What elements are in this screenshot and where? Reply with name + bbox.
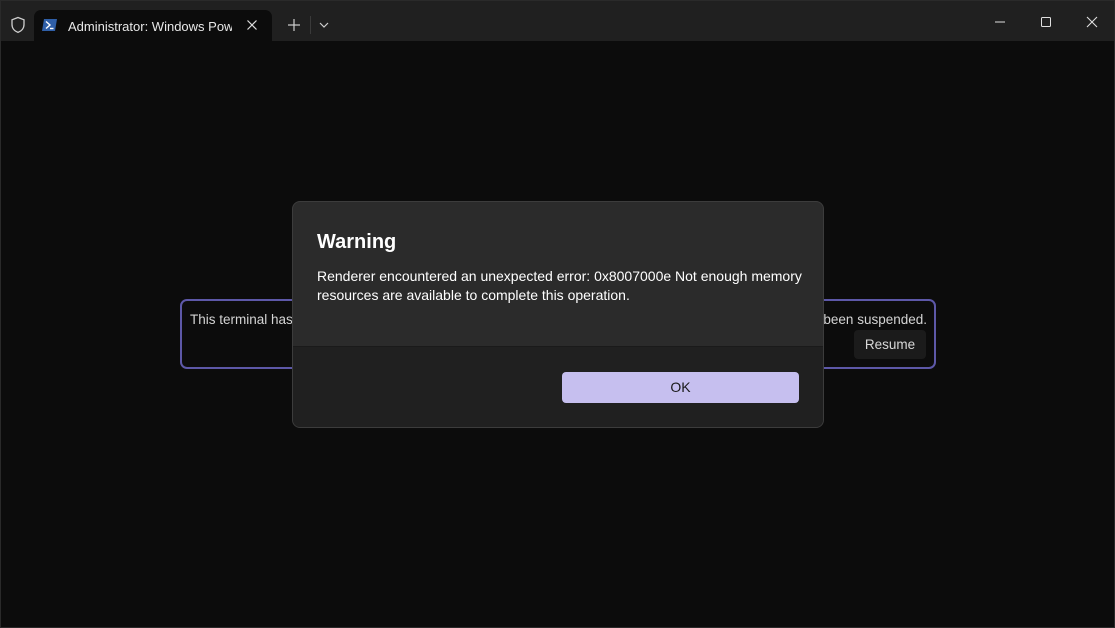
warning-dialog: Warning Renderer encountered an unexpect… <box>292 201 824 428</box>
modal-overlay: Warning Renderer encountered an unexpect… <box>0 0 1115 628</box>
dialog-footer: OK <box>293 346 823 427</box>
ok-button[interactable]: OK <box>562 372 799 403</box>
dialog-title: Warning <box>317 231 397 253</box>
dialog-message: Renderer encountered an unexpected error… <box>317 268 802 303</box>
